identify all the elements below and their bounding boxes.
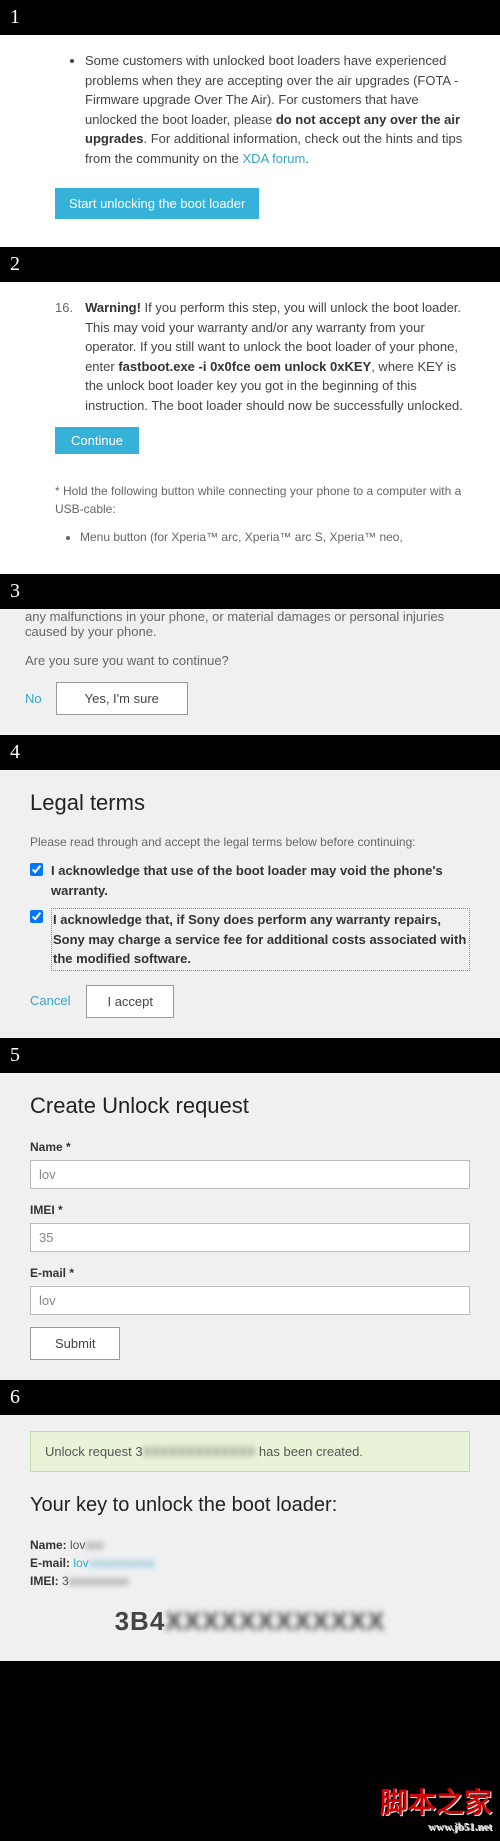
service-fee-checkbox[interactable]: [30, 910, 43, 923]
confirm-question: Are you sure you want to continue?: [25, 653, 475, 668]
accept-button[interactable]: I accept: [86, 985, 174, 1018]
cancel-link[interactable]: Cancel: [30, 991, 70, 1011]
meta-name: Name: lovxxx: [30, 1536, 470, 1554]
instruction-text: Warning! If you perform this step, you w…: [85, 298, 470, 415]
step-number-4: 4: [0, 735, 500, 770]
warranty-label: I acknowledge that use of the boot loade…: [51, 861, 470, 900]
yes-sure-button[interactable]: Yes, I'm sure: [56, 682, 188, 715]
meta-imei: IMEI: 3xxxxxxxxxx: [30, 1572, 470, 1590]
watermark: 脚本之家 www.jb51.net: [380, 1781, 492, 1833]
warranty-checkbox[interactable]: [30, 863, 43, 876]
email-label: E-mail *: [30, 1264, 470, 1282]
key-heading: Your key to unlock the boot loader:: [30, 1490, 470, 1520]
legal-terms-heading: Legal terms: [30, 786, 470, 819]
panel-6: Unlock request 3XXXXXXXXXXXXX has been c…: [0, 1415, 500, 1662]
submit-button[interactable]: Submit: [30, 1327, 120, 1360]
step-number-5: 5: [0, 1038, 500, 1073]
watermark-main: 脚本之家: [380, 1788, 492, 1819]
service-fee-label: I acknowledge that, if Sony does perform…: [51, 908, 470, 971]
success-post: has been created.: [255, 1444, 363, 1459]
legal-intro: Please read through and accept the legal…: [30, 833, 470, 851]
step-number-3: 3: [0, 574, 500, 609]
blurred-id: XXXXXXXXXXXXX: [143, 1442, 256, 1462]
panel-5: Create Unlock request Name * IMEI * E-ma…: [0, 1073, 500, 1380]
step-number-6: 6: [0, 1380, 500, 1415]
bullet-text-end: .: [305, 151, 309, 166]
warning-label: Warning!: [85, 300, 141, 315]
watermark-sub: www.jb51.net: [380, 1821, 492, 1833]
step-number-1: 1: [0, 0, 500, 35]
device-list-item: Menu button (for Xperia™ arc, Xperia™ ar…: [80, 528, 470, 546]
meta-email: E-mail: lovxxxxxxxxxxx: [30, 1554, 470, 1572]
unlock-key: 3B4XXXXXXXXXXXX: [30, 1602, 470, 1641]
footer: 脚本之家 www.jb51.net: [0, 1661, 500, 1841]
imei-label: IMEI *: [30, 1201, 470, 1219]
step-number-2: 2: [0, 247, 500, 282]
imei-input[interactable]: [30, 1223, 470, 1252]
name-label: Name *: [30, 1138, 470, 1156]
success-pre: Unlock request 3: [45, 1444, 143, 1459]
usb-note: * Hold the following button while connec…: [55, 482, 470, 518]
panel-3: any malfunctions in your phone, or mater…: [0, 609, 500, 735]
continue-button[interactable]: Continue: [55, 427, 139, 454]
email-input[interactable]: [30, 1286, 470, 1315]
start-unlocking-button[interactable]: Start unlocking the boot loader: [55, 188, 259, 219]
create-request-heading: Create Unlock request: [30, 1089, 470, 1122]
disclaimer-text: any malfunctions in your phone, or mater…: [25, 609, 475, 639]
warning-bullet: Some customers with unlocked boot loader…: [85, 51, 470, 168]
success-message: Unlock request 3XXXXXXXXXXXXX has been c…: [30, 1431, 470, 1473]
list-number: 16.: [55, 298, 73, 415]
panel-1: Some customers with unlocked boot loader…: [0, 35, 500, 247]
name-input[interactable]: [30, 1160, 470, 1189]
fastboot-command: fastboot.exe -i 0x0fce oem unlock 0xKEY: [118, 359, 371, 374]
no-link[interactable]: No: [25, 691, 42, 706]
panel-4: Legal terms Please read through and acce…: [0, 770, 500, 1038]
panel-2: 16. Warning! If you perform this step, y…: [0, 282, 500, 574]
xda-forum-link[interactable]: XDA forum: [243, 151, 306, 166]
